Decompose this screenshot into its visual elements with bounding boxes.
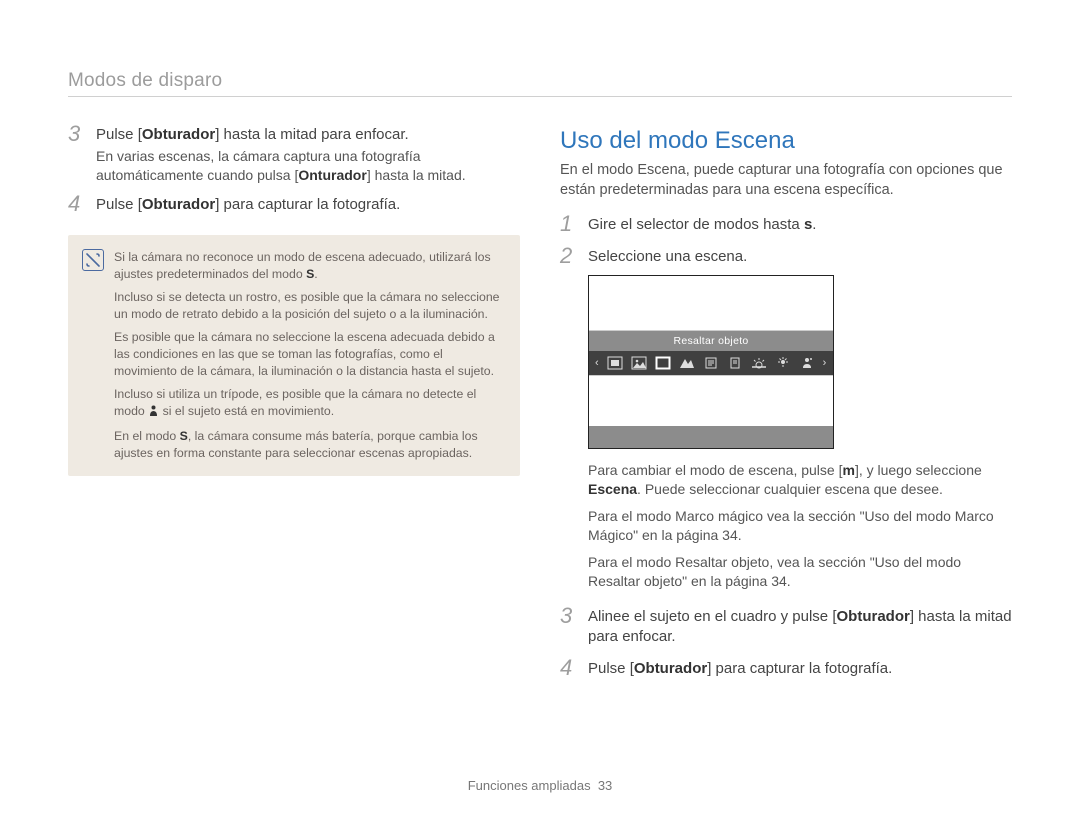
footer-section: Funciones ampliadas bbox=[468, 778, 591, 793]
note-item: Es posible que la cámara no seleccione l… bbox=[114, 329, 506, 380]
step-main-text: Pulse [Obturador] para capturar la fotog… bbox=[588, 659, 1012, 679]
step-number: 3 bbox=[68, 123, 86, 183]
note-icon bbox=[82, 249, 104, 271]
step-body: Pulse [Obturador] para capturar la fotog… bbox=[96, 195, 520, 217]
sunset-icon bbox=[749, 355, 769, 371]
footer-page-number: 33 bbox=[598, 778, 612, 793]
step-main-text: Alinee el sujeto en el cuadro y pulse [O… bbox=[588, 607, 1012, 648]
step-main-text: Gire el selector de modos hasta s. bbox=[588, 215, 1012, 235]
step-body: Alinee el sujeto en el cuadro y pulse [O… bbox=[588, 607, 1012, 650]
step-number: 4 bbox=[68, 193, 86, 215]
screen-mode-label: Resaltar objeto bbox=[589, 331, 833, 351]
note-item: Incluso si utiliza un trípode, es posibl… bbox=[114, 386, 506, 422]
picture-icon bbox=[629, 355, 649, 371]
chevron-right-icon: › bbox=[821, 356, 829, 371]
step-body: Gire el selector de modos hasta s. bbox=[588, 215, 1012, 237]
page-footer: Funciones ampliadas 33 bbox=[0, 778, 1080, 793]
step-4-left: 4 Pulse [Obturador] para capturar la fot… bbox=[68, 195, 520, 217]
step-sub-text: En varias escenas, la cámara captura una… bbox=[96, 147, 520, 185]
screen-top-area bbox=[589, 276, 833, 331]
info-paragraph: Para el modo Marco mágico vea la sección… bbox=[588, 507, 1012, 545]
left-column: 3 Pulse [Obturador] hasta la mitad para … bbox=[68, 125, 520, 691]
info-paragraph: Para cambiar el modo de escena, pulse [m… bbox=[588, 461, 1012, 499]
screen-icon-strip: ‹ › bbox=[589, 351, 833, 375]
step-body: Seleccione una escena. bbox=[588, 247, 1012, 269]
camera-screen-preview: Resaltar objeto ‹ › bbox=[588, 275, 834, 449]
person-dark-icon bbox=[797, 355, 817, 371]
screen-mid-area bbox=[589, 375, 833, 426]
step-1-right: 1 Gire el selector de modos hasta s. bbox=[560, 215, 1012, 237]
chevron-left-icon: ‹ bbox=[593, 356, 601, 371]
note-item: En el modo S, la cámara consume más bate… bbox=[114, 428, 506, 462]
step-body: Pulse [Obturador] para capturar la fotog… bbox=[588, 659, 1012, 681]
content-columns: 3 Pulse [Obturador] hasta la mitad para … bbox=[68, 125, 1012, 691]
document-icon bbox=[725, 355, 745, 371]
section-intro: En el modo Escena, puede capturar una fo… bbox=[560, 161, 1012, 200]
step-body: Pulse [Obturador] hasta la mitad para en… bbox=[96, 125, 520, 185]
note-body: Si la cámara no reconoce un modo de esce… bbox=[114, 249, 506, 462]
step-number: 4 bbox=[560, 657, 578, 679]
frame-icon bbox=[605, 355, 625, 371]
info-paragraph: Para el modo Resaltar objeto, vea la sec… bbox=[588, 553, 1012, 591]
note-box: Si la cámara no reconoce un modo de esce… bbox=[68, 235, 520, 476]
text-icon bbox=[701, 355, 721, 371]
breadcrumb: Modos de disparo bbox=[68, 70, 1012, 97]
note-item: Si la cámara no reconoce un modo de esce… bbox=[114, 249, 506, 283]
lamp-icon bbox=[773, 355, 793, 371]
person-icon bbox=[148, 405, 159, 422]
mountain-icon bbox=[677, 355, 697, 371]
info-paragraphs: Para cambiar el modo de escena, pulse [m… bbox=[588, 461, 1012, 590]
step-main-text: Pulse [Obturador] hasta la mitad para en… bbox=[96, 125, 520, 145]
step-3-right: 3 Alinee el sujeto en el cuadro y pulse … bbox=[560, 607, 1012, 650]
step-4-right: 4 Pulse [Obturador] para capturar la fot… bbox=[560, 659, 1012, 681]
step-main-text: Seleccione una escena. bbox=[588, 247, 1012, 267]
manual-page: Modos de disparo 3 Pulse [Obturador] has… bbox=[0, 0, 1080, 815]
note-item: Incluso si se detecta un rostro, es posi… bbox=[114, 289, 506, 323]
step-number: 1 bbox=[560, 213, 578, 235]
step-2-right: 2 Seleccione una escena. bbox=[560, 247, 1012, 269]
step-number: 2 bbox=[560, 245, 578, 267]
step-number: 3 bbox=[560, 605, 578, 648]
section-title: Uso del modo Escena bbox=[560, 125, 1012, 157]
step-3-left: 3 Pulse [Obturador] hasta la mitad para … bbox=[68, 125, 520, 185]
step-main-text: Pulse [Obturador] para capturar la fotog… bbox=[96, 195, 520, 215]
square-icon bbox=[653, 355, 673, 371]
right-column: Uso del modo Escena En el modo Escena, p… bbox=[560, 125, 1012, 691]
screen-bottom-bar bbox=[589, 426, 833, 448]
